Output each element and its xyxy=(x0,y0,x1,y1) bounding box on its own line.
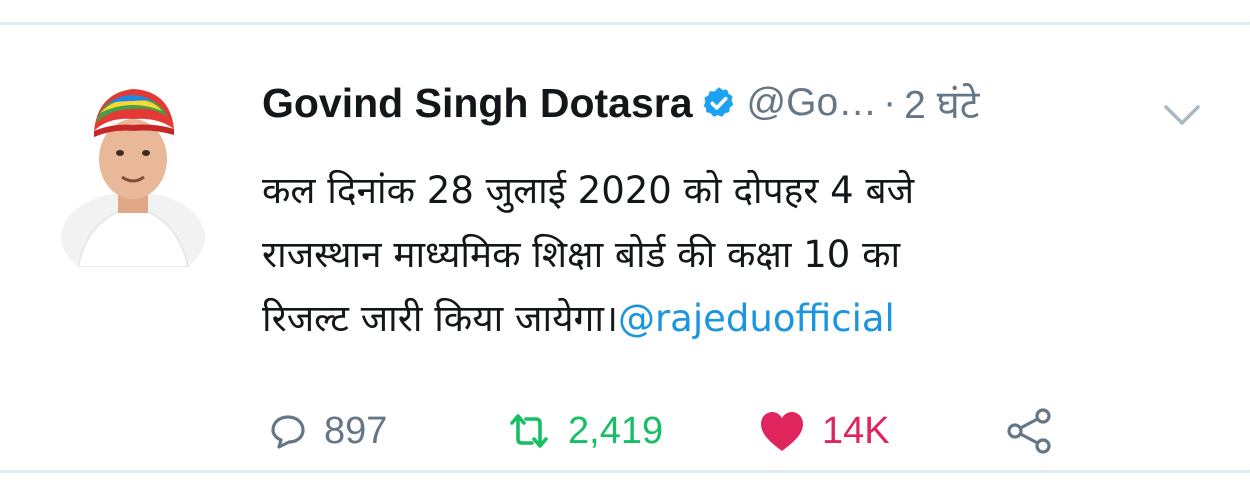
tweet-time[interactable]: 2 घंटे xyxy=(904,77,979,130)
retweet-button[interactable]: 2,419 xyxy=(506,399,663,463)
tweet-text-line: रिजल्ट जारी किया जायेगा।@rajeduofficial xyxy=(262,287,1222,351)
author-name[interactable]: Govind Singh Dotasra xyxy=(262,80,693,127)
tweet-text: कल दिनांक 28 जुलाई 2020 को दोपहर 4 बजे र… xyxy=(262,159,1222,351)
heart-icon xyxy=(761,412,803,451)
chevron-down-icon[interactable] xyxy=(1162,103,1202,129)
like-button[interactable]: 14K xyxy=(758,399,890,463)
tweet-text-segment: रिजल्ट जारी किया जायेगा। xyxy=(262,297,618,340)
reply-button[interactable]: 897 xyxy=(268,399,387,463)
retweet-icon xyxy=(510,414,548,448)
retweet-count: 2,419 xyxy=(568,409,664,452)
mention-link[interactable]: @rajeduofficial xyxy=(618,297,895,340)
like-count: 14K xyxy=(822,409,890,452)
verified-badge-icon xyxy=(703,87,733,117)
tweet-card[interactable]: Govind Singh Dotasra @Go… · 2 घंटे कल दि… xyxy=(0,25,1250,470)
avatar[interactable] xyxy=(58,67,208,267)
bottom-divider xyxy=(0,470,1250,473)
share-icon xyxy=(1007,408,1051,454)
tweet-header: Govind Singh Dotasra @Go… · 2 घंटे xyxy=(262,73,979,133)
separator-dot: · xyxy=(883,81,897,124)
tweet-text-line: कल दिनांक 28 जुलाई 2020 को दोपहर 4 बजे xyxy=(262,169,915,212)
tweet-actions: 897 2,419 14K xyxy=(268,399,1108,463)
author-handle[interactable]: @Go… xyxy=(747,81,878,125)
reply-count: 897 xyxy=(324,409,388,452)
tweet-text-line: राजस्थान माध्यमिक शिक्षा बोर्ड की कक्षा … xyxy=(262,233,901,276)
reply-icon xyxy=(271,415,305,449)
share-button[interactable] xyxy=(1003,399,1055,463)
